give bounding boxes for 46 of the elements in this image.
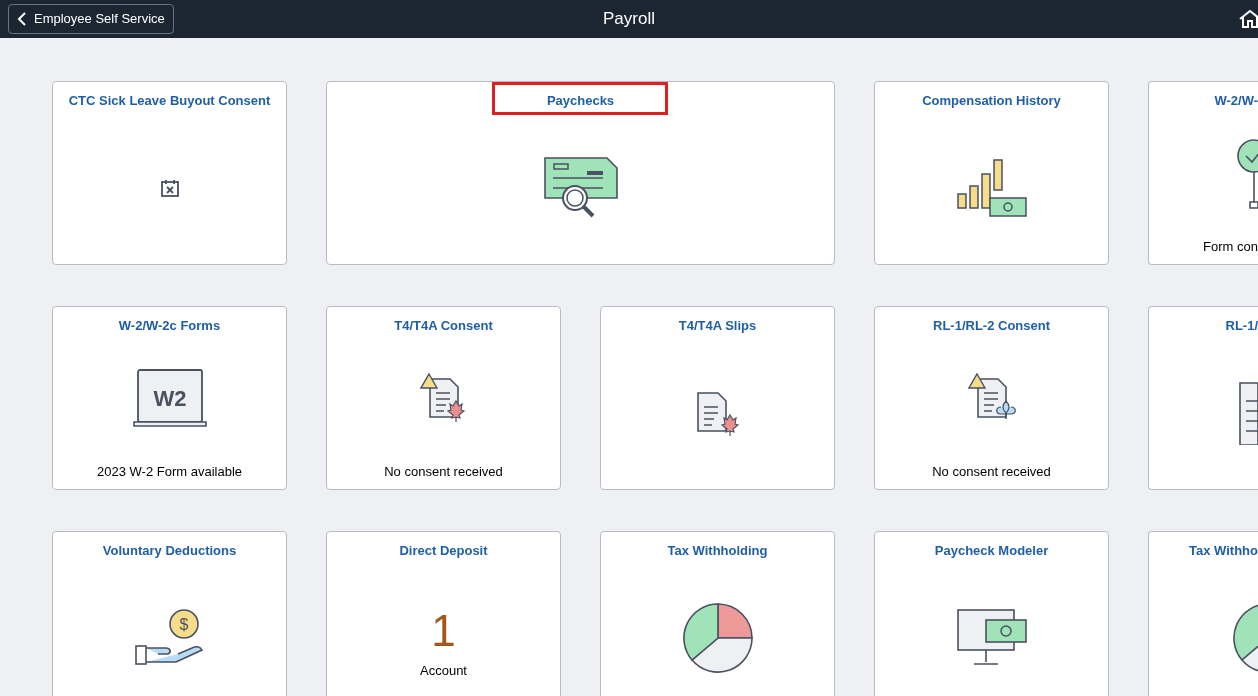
pie-chart-icon (1232, 602, 1258, 674)
home-icon[interactable] (1238, 9, 1258, 29)
tile[interactable]: Tax Withho (1148, 531, 1258, 696)
tile-title: Tax Withholding (667, 543, 768, 558)
tile[interactable]: Voluntary Deductions $ (52, 531, 287, 696)
w2-label: W2 (153, 386, 186, 412)
tile[interactable]: Paycheck Modeler (874, 531, 1109, 696)
calendar-x-icon (159, 178, 180, 198)
tile-caption: 2023 W-2 Form available (97, 462, 242, 481)
tile[interactable]: Tax Withholding (600, 531, 835, 696)
tile[interactable]: CTC Sick Leave Buyout Consent (52, 81, 287, 265)
tile-title: Voluntary Deductions (102, 543, 237, 558)
tile[interactable]: W-2/W-2c Forms W2 2023 W-2 Form available (52, 306, 287, 490)
tile-title: RL-1/RL-2 Consent (933, 318, 1050, 333)
tile-title: Paychecks (546, 93, 615, 108)
tile[interactable]: T4/T4A Consent No consent received (326, 306, 561, 490)
tile[interactable]: Compensation History (874, 81, 1109, 265)
tile-caption: Form con (1203, 237, 1258, 256)
tile[interactable]: Direct Deposit 1 Account (326, 531, 561, 696)
check-magnifier-icon (542, 156, 619, 220)
tile-title: T4/T4A Consent (394, 318, 493, 333)
pie-chart-icon (681, 602, 754, 674)
tile[interactable]: T4/T4A Slips (600, 306, 835, 490)
dollar-sign: $ (179, 616, 188, 633)
bar-chart-cash-icon (955, 156, 1028, 220)
tile[interactable]: RL-1/ (1148, 306, 1258, 490)
page-title: Payroll (603, 8, 655, 31)
document-icon (1238, 381, 1258, 445)
tile-caption: No consent received (932, 462, 1051, 481)
tile[interactable]: RL-1/RL-2 Consent No consent received (874, 306, 1109, 490)
back-button[interactable]: Employee Self Service (8, 4, 174, 34)
tile-title: Tax Withho (1189, 543, 1258, 558)
tile-title: RL-1/ (1225, 318, 1258, 333)
tile-title: Compensation History (922, 93, 1061, 108)
tile-title: W-2/W- (1214, 93, 1258, 108)
tile[interactable]: Paychecks (326, 81, 835, 265)
tile-title: W-2/W-2c Forms (118, 318, 221, 333)
chevron-left-icon (17, 12, 26, 26)
tile-caption: Account (420, 662, 467, 681)
tile-caption: No consent received (384, 462, 503, 481)
tile-title: Paycheck Modeler (934, 543, 1049, 558)
tile-title: CTC Sick Leave Buyout Consent (68, 93, 271, 108)
tile-title: T4/T4A Slips (678, 318, 757, 333)
tile[interactable]: W-2/W- Form con (1148, 81, 1258, 265)
count-number: 1 (431, 609, 456, 654)
tile-title: Direct Deposit (399, 543, 488, 558)
